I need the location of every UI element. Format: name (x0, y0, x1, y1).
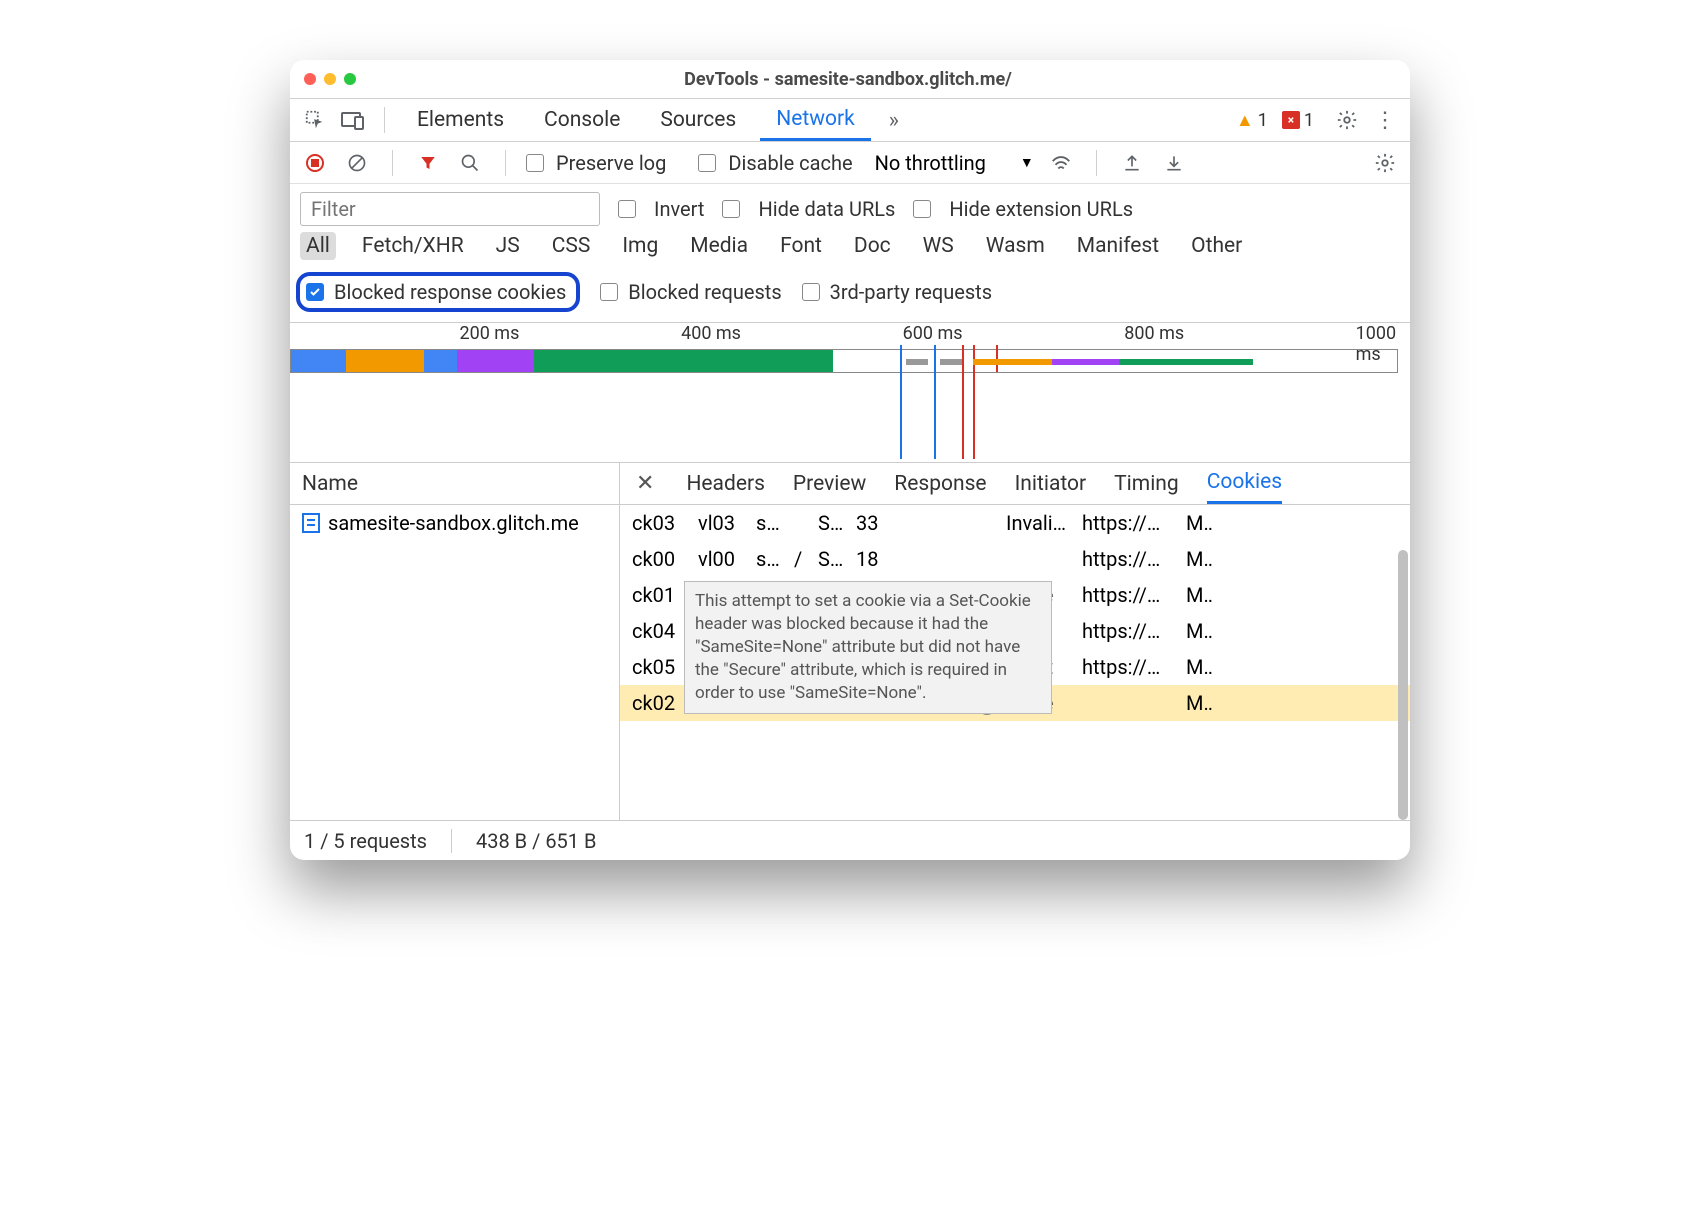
kebab-menu-icon[interactable]: ⋮ (1370, 105, 1400, 135)
inspect-element-icon[interactable] (300, 105, 330, 135)
status-transfer: 438 B / 651 B (476, 829, 596, 853)
status-bar: 1 / 5 requests 438 B / 651 B (290, 820, 1410, 860)
subtab-cookies[interactable]: Cookies (1207, 463, 1282, 504)
blocked-response-cookies-highlight: Blocked response cookies (296, 272, 580, 312)
device-toolbar-icon[interactable] (338, 105, 368, 135)
type-wasm[interactable]: Wasm (980, 232, 1051, 260)
tab-network[interactable]: Network (760, 99, 871, 141)
column-header-name[interactable]: Name (290, 463, 619, 505)
request-grid: Name samesite-sandbox.glitch.me ✕ Header… (290, 463, 1410, 820)
type-ws[interactable]: WS (917, 232, 960, 260)
main-tab-bar: Elements Console Sources Network » ▲ 1 ×… (290, 98, 1410, 142)
more-tabs-icon[interactable]: » (879, 105, 909, 135)
upload-har-icon[interactable] (1117, 148, 1147, 178)
hide-ext-urls-checkbox[interactable] (913, 200, 931, 218)
devtools-window: DevTools - samesite-sandbox.glitch.me/ E… (290, 60, 1410, 860)
vertical-scrollbar[interactable] (1398, 550, 1408, 820)
type-js[interactable]: JS (490, 232, 526, 260)
request-detail-column: ✕ Headers Preview Response Initiator Tim… (620, 463, 1410, 820)
warnings-count: 1 (1258, 110, 1268, 131)
detail-tabs: ✕ Headers Preview Response Initiator Tim… (620, 463, 1410, 505)
request-row[interactable]: samesite-sandbox.glitch.me (290, 505, 619, 541)
type-media[interactable]: Media (684, 232, 754, 260)
timeline-tick: 600 ms (903, 323, 963, 344)
network-toolbar: Preserve log Disable cache No throttling… (290, 142, 1410, 184)
third-party-checkbox[interactable] (802, 283, 820, 301)
download-har-icon[interactable] (1159, 148, 1189, 178)
invert-checkbox[interactable] (618, 200, 636, 218)
error-icon: × (1282, 111, 1300, 129)
search-icon[interactable] (455, 148, 485, 178)
window-title: DevTools - samesite-sandbox.glitch.me/ (370, 69, 1396, 90)
third-party-label: 3rd-party requests (830, 280, 992, 304)
overview-timeline[interactable]: 200 ms 400 ms 600 ms 800 ms 1000 ms (290, 323, 1410, 463)
subtab-response[interactable]: Response (894, 472, 986, 496)
invert-label: Invert (654, 197, 704, 221)
resource-type-filter: All Fetch/XHR JS CSS Img Media Font Doc … (290, 228, 1410, 264)
close-button[interactable] (304, 73, 316, 85)
disable-cache-checkbox[interactable] (698, 154, 716, 172)
subtab-timing[interactable]: Timing (1114, 472, 1179, 496)
preserve-log-checkbox[interactable] (526, 154, 544, 172)
window-controls (304, 73, 356, 85)
type-manifest[interactable]: Manifest (1071, 232, 1165, 260)
status-requests: 1 / 5 requests (304, 829, 427, 853)
tab-elements[interactable]: Elements (401, 99, 520, 141)
record-button[interactable] (300, 148, 330, 178)
errors-count: 1 (1304, 110, 1314, 131)
filter-row: Invert Hide data URLs Hide extension URL… (290, 184, 1410, 228)
warning-icon: ▲ (1236, 110, 1254, 131)
subtab-initiator[interactable]: Initiator (1015, 472, 1087, 496)
hide-ext-urls-label: Hide extension URLs (949, 197, 1133, 221)
filter-input[interactable] (300, 192, 600, 226)
cookie-blocked-tooltip: This attempt to set a cookie via a Set-C… (684, 581, 1052, 714)
subtab-preview[interactable]: Preview (793, 472, 866, 496)
subtab-headers[interactable]: Headers (686, 472, 764, 496)
errors-badge[interactable]: × 1 (1282, 110, 1314, 131)
timeline-tick: 400 ms (681, 323, 741, 344)
type-fetch-xhr[interactable]: Fetch/XHR (356, 232, 470, 260)
blocked-response-cookies-label: Blocked response cookies (334, 280, 566, 304)
throttling-select[interactable]: No throttling ▼ (875, 151, 1034, 175)
tab-console[interactable]: Console (528, 99, 636, 141)
network-settings-icon[interactable] (1370, 148, 1400, 178)
titlebar: DevTools - samesite-sandbox.glitch.me/ (290, 60, 1410, 98)
tab-sources[interactable]: Sources (644, 99, 752, 141)
chevron-down-icon: ▼ (1020, 154, 1034, 171)
request-list-column: Name samesite-sandbox.glitch.me (290, 463, 620, 820)
disable-cache-label: Disable cache (728, 151, 852, 175)
throttling-value: No throttling (875, 151, 986, 175)
network-conditions-icon[interactable] (1046, 148, 1076, 178)
blocked-response-cookies-checkbox[interactable] (306, 283, 324, 301)
timeline-tick: 800 ms (1124, 323, 1184, 344)
close-panel-button[interactable]: ✕ (636, 471, 654, 496)
settings-icon[interactable] (1332, 105, 1362, 135)
request-name: samesite-sandbox.glitch.me (328, 511, 579, 535)
type-doc[interactable]: Doc (848, 232, 897, 260)
blocked-filters-row: Blocked response cookies Blocked request… (290, 264, 1410, 323)
blocked-requests-label: Blocked requests (628, 280, 781, 304)
hide-data-urls-label: Hide data URLs (758, 197, 895, 221)
blocked-requests-checkbox[interactable] (600, 283, 618, 301)
warnings-badge[interactable]: ▲ 1 (1236, 110, 1268, 131)
timeline-tick: 200 ms (459, 323, 519, 344)
cookie-row[interactable]: ck00vl00s…/S…18https://…M. (620, 541, 1410, 577)
minimize-button[interactable] (324, 73, 336, 85)
hide-data-urls-checkbox[interactable] (722, 200, 740, 218)
filter-toggle-icon[interactable] (413, 148, 443, 178)
type-all[interactable]: All (300, 232, 336, 260)
clear-button[interactable] (342, 148, 372, 178)
maximize-button[interactable] (344, 73, 356, 85)
type-img[interactable]: Img (616, 232, 664, 260)
type-css[interactable]: CSS (546, 232, 597, 260)
type-font[interactable]: Font (774, 232, 828, 260)
cookie-row[interactable]: ck03vl03s…S…33InvalidVa…https://…M. (620, 505, 1410, 541)
document-icon (302, 513, 320, 533)
cookies-table: ck03vl03s…S…33InvalidVa…https://…M.ck00v… (620, 505, 1410, 820)
preserve-log-label: Preserve log (556, 151, 666, 175)
type-other[interactable]: Other (1185, 232, 1248, 260)
